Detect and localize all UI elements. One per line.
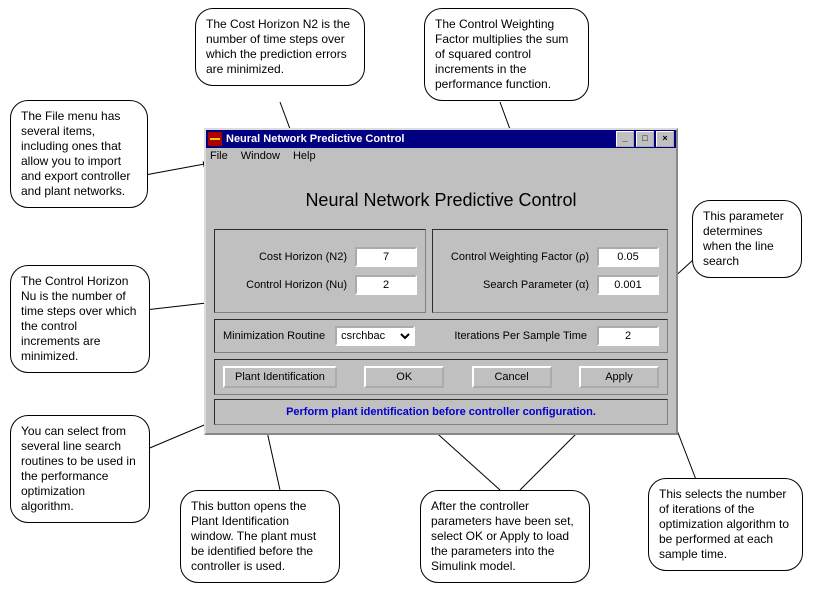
control-horizon-label: Control Horizon (Nu) (246, 279, 347, 291)
menu-help[interactable]: Help (293, 150, 316, 162)
cost-horizon-input[interactable] (355, 247, 417, 267)
minimize-button[interactable]: _ (616, 131, 634, 147)
menu-window[interactable]: Window (241, 150, 280, 162)
ok-button[interactable]: OK (364, 366, 444, 388)
app-icon (208, 132, 222, 146)
callout-search-parameter: This parameter determines when the line … (692, 200, 802, 278)
callout-cost-horizon: The Cost Horizon N2 is the number of tim… (195, 8, 365, 86)
search-param-input[interactable] (597, 275, 659, 295)
menu-file[interactable]: File (210, 150, 228, 162)
cancel-button[interactable]: Cancel (472, 366, 552, 388)
predictive-control-dialog: Neural Network Predictive Control _ □ × … (204, 128, 678, 435)
callout-file-menu: The File menu has several items, includi… (10, 100, 148, 208)
horizons-panel: Cost Horizon (N2) Control Horizon (Nu) (214, 229, 426, 313)
search-param-label: Search Parameter (α) (483, 279, 589, 291)
parameters-row: Cost Horizon (N2) Control Horizon (Nu) C… (214, 229, 668, 313)
callout-ok-apply: After the controller parameters have bee… (420, 490, 590, 583)
page-title: Neural Network Predictive Control (214, 176, 668, 229)
apply-button[interactable]: Apply (579, 366, 659, 388)
weighting-input[interactable] (597, 247, 659, 267)
plant-identification-button[interactable]: Plant Identification (223, 366, 337, 388)
min-routine-label: Minimization Routine (223, 330, 325, 342)
callout-line-search: You can select from several line search … (10, 415, 150, 523)
status-message: Perform plant identification before cont… (214, 399, 668, 425)
weighting-panel: Control Weighting Factor (ρ) Search Para… (432, 229, 668, 313)
window-title: Neural Network Predictive Control (226, 133, 614, 145)
cost-horizon-label: Cost Horizon (N2) (259, 251, 347, 263)
min-routine-select[interactable]: csrchbac (335, 326, 415, 346)
control-horizon-input[interactable] (355, 275, 417, 295)
callout-iterations: This selects the number of iterations of… (648, 478, 803, 571)
maximize-button[interactable]: □ (636, 131, 654, 147)
iterations-label: Iterations Per Sample Time (454, 330, 587, 342)
menubar: File Window Help (206, 148, 676, 168)
iterations-input[interactable] (597, 326, 659, 346)
callout-control-horizon: The Control Horizon Nu is the number of … (10, 265, 150, 373)
button-row: Plant Identification OK Cancel Apply (214, 359, 668, 395)
minimization-panel: Minimization Routine csrchbac Iterations… (214, 319, 668, 353)
close-button[interactable]: × (656, 131, 674, 147)
callout-plant-identification: This button opens the Plant Identificati… (180, 490, 340, 583)
titlebar[interactable]: Neural Network Predictive Control _ □ × (206, 130, 676, 148)
callout-weighting-factor: The Control Weighting Factor multiplies … (424, 8, 589, 101)
weighting-label: Control Weighting Factor (ρ) (451, 251, 589, 263)
